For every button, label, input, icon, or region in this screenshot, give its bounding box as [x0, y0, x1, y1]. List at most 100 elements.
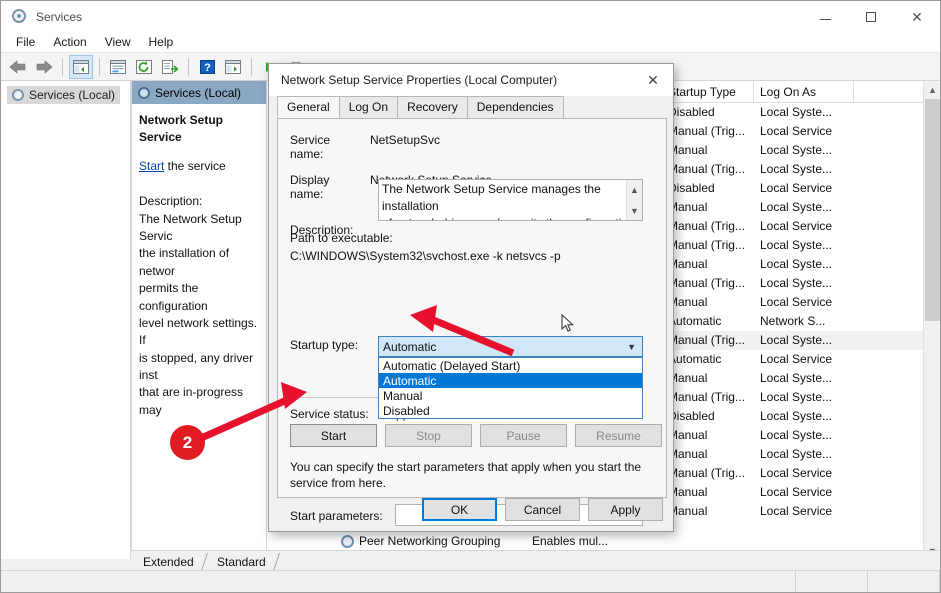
tab-general[interactable]: General: [277, 96, 340, 118]
dropdown-option-1[interactable]: Automatic: [379, 373, 642, 388]
cell-log-on-as: Local Syste...: [760, 409, 833, 423]
service-description-cell: Enables mul...: [532, 534, 609, 548]
dropdown-option-3[interactable]: Disabled: [379, 403, 642, 418]
detail-service-title: Network Setup Service: [139, 113, 224, 145]
close-button[interactable]: ✕: [894, 1, 940, 32]
detail-description-l0: The Network Setup Servic: [139, 211, 242, 243]
cell-startup-type: Manual (Trig...: [668, 390, 745, 404]
detail-description-label: Description:: [139, 194, 203, 209]
tab-recovery[interactable]: Recovery: [397, 96, 468, 118]
startup-type-combobox[interactable]: Automatic ▼: [378, 336, 643, 357]
cell-startup-type: Manual (Trig...: [668, 276, 745, 290]
resume-button: Resume: [575, 424, 662, 447]
toolbar-separator: [251, 57, 252, 76]
cell-log-on-as: Local Service: [760, 466, 833, 480]
service-name-cell: Peer Networking Grouping: [359, 534, 501, 548]
cell-startup-type: Manual: [668, 257, 708, 271]
start-parameters-label: Start parameters:: [290, 509, 383, 523]
service-properties-dialog: Network Setup Service Properties (Local …: [268, 63, 674, 532]
description-scrollbar[interactable]: ▲ ▼: [626, 180, 642, 220]
status-bar-cell-2: [796, 571, 868, 592]
startup-type-label: Startup type:: [290, 338, 359, 352]
help-icon[interactable]: ?: [195, 55, 219, 79]
scrollbar-thumb[interactable]: [925, 99, 940, 321]
scroll-up-icon[interactable]: ▲: [627, 180, 642, 201]
console-tree-pane: Services (Local): [1, 81, 131, 559]
apply-button[interactable]: Apply: [588, 498, 663, 521]
properties-icon[interactable]: [106, 55, 130, 79]
startup-type-value: Automatic: [383, 339, 437, 354]
cell-startup-type: Manual: [668, 371, 708, 385]
dialog-close-button[interactable]: ✕: [633, 64, 673, 96]
mouse-cursor-icon: [561, 314, 574, 332]
list-vertical-scrollbar[interactable]: ▲ ▼: [923, 81, 940, 559]
cell-startup-type: Manual: [668, 447, 708, 461]
detail-description-l3: level network settings. If: [139, 315, 258, 348]
startup-type-dropdown-list[interactable]: Automatic (Delayed Start) Automatic Manual…: [378, 357, 643, 419]
view-tabs: Extended Standard: [128, 550, 940, 571]
column-header-log-on-as[interactable]: Log On As: [754, 80, 854, 103]
detail-body: Network Setup Service Start the service …: [132, 104, 266, 427]
ok-button[interactable]: OK: [422, 498, 497, 521]
start-service-link[interactable]: Start: [139, 159, 164, 173]
detail-description-l2: permits the configuration: [139, 281, 208, 313]
scroll-up-icon[interactable]: ▲: [924, 81, 940, 98]
detail-action-line: Start the service: [139, 158, 259, 175]
tab-dependencies[interactable]: Dependencies: [466, 96, 564, 118]
column-header-startup-type[interactable]: Startup Type: [662, 80, 754, 103]
refresh-icon[interactable]: [132, 55, 156, 79]
cell-startup-type: Disabled: [668, 181, 715, 195]
detail-description-l1: the installation of networ: [139, 246, 230, 278]
display-name-label: Display name:: [290, 173, 330, 201]
cell-startup-type: Manual: [668, 200, 708, 214]
path-to-executable-label: Path to executable:: [290, 231, 393, 245]
back-icon[interactable]: [6, 55, 30, 79]
tab-extended[interactable]: Extended: [128, 553, 208, 571]
tab-log-on[interactable]: Log On: [338, 96, 399, 118]
menu-view[interactable]: View: [96, 33, 140, 51]
maximize-button[interactable]: [848, 1, 894, 32]
tree-root-item[interactable]: Services (Local): [1, 81, 130, 109]
show-hide-console-tree-icon[interactable]: [69, 54, 93, 79]
minimize-button[interactable]: [802, 1, 848, 32]
scroll-down-icon[interactable]: ▼: [627, 201, 642, 220]
tab-standard[interactable]: Standard: [201, 553, 280, 571]
cell-startup-type: Disabled: [668, 409, 715, 423]
dropdown-option-2[interactable]: Manual: [379, 388, 642, 403]
cell-startup-type: Automatic: [668, 352, 722, 366]
cancel-button[interactable]: Cancel: [505, 498, 580, 521]
cell-log-on-as: Local Syste...: [760, 200, 833, 214]
cell-log-on-as: Local Syste...: [760, 390, 833, 404]
tree-root-label: Services (Local): [29, 88, 116, 102]
field-service-name: Service name: NetSetupSvc: [278, 133, 666, 161]
dropdown-option-0[interactable]: Automatic (Delayed Start): [379, 358, 642, 373]
forward-icon[interactable]: [32, 55, 56, 79]
export-list-icon[interactable]: [158, 55, 182, 79]
cell-log-on-as: Local Service: [760, 485, 833, 499]
cell-log-on-as: Local Service: [760, 181, 833, 195]
menu-file[interactable]: File: [7, 33, 44, 51]
cell-startup-type: Manual (Trig...: [668, 124, 745, 138]
cell-startup-type: Disabled: [668, 105, 715, 119]
cell-log-on-as: Local Syste...: [760, 257, 833, 271]
start-button[interactable]: Start: [290, 424, 377, 447]
toolbar-separator: [62, 57, 63, 76]
description-textarea[interactable]: The Network Setup Service manages the in…: [378, 179, 643, 221]
list-item-peer-networking-grouping[interactable]: Peer Networking Grouping Enables mul...: [341, 534, 660, 548]
cell-log-on-as: Local Syste...: [760, 371, 833, 385]
cell-startup-type: Manual (Trig...: [668, 219, 745, 233]
cell-log-on-as: Local Syste...: [760, 238, 833, 252]
cell-startup-type: Manual: [668, 485, 708, 499]
window-titlebar: Services ✕: [1, 1, 940, 32]
menu-action[interactable]: Action: [44, 33, 95, 51]
dialog-general-panel: Service name: NetSetupSvc Display name: …: [277, 118, 667, 526]
dialog-titlebar: Network Setup Service Properties (Local …: [269, 64, 673, 96]
window-controls: ✕: [802, 1, 940, 32]
console-window-icon[interactable]: [221, 55, 245, 79]
cell-log-on-as: Local Service: [760, 504, 833, 518]
service-control-buttons: Start Stop Pause Resume: [290, 424, 662, 447]
cell-log-on-as: Local Syste...: [760, 162, 833, 176]
menu-help[interactable]: Help: [140, 33, 183, 51]
cell-startup-type: Manual (Trig...: [668, 466, 745, 480]
cell-log-on-as: Local Syste...: [760, 428, 833, 442]
